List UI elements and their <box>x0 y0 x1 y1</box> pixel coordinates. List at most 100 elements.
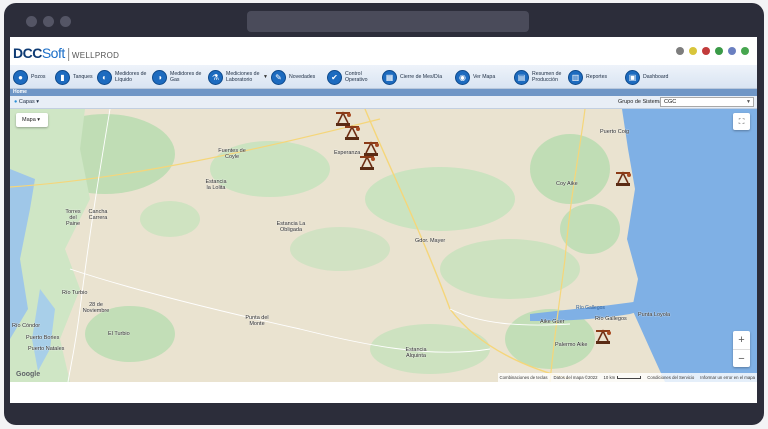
map-label-palermo-aike: Palermo Aike <box>555 342 588 348</box>
terms-link[interactable]: Condiciones del Servicio <box>647 375 694 380</box>
map-label-estancia-la-lolita: Estancia la Lolita <box>205 179 227 191</box>
google-logo: Google <box>16 371 41 378</box>
well-icon: ● <box>13 69 28 85</box>
page-background: DCCSoft | WELLPROD ● Pozos ▮ Tanques ◐ Medido… <box>0 0 768 429</box>
map-label-torres-del-paine: Torres del Paine <box>65 209 81 227</box>
oil-pump-marker[interactable] <box>343 123 361 141</box>
logo-product-text: WELLPROD <box>71 51 120 60</box>
oil-pump-marker[interactable] <box>594 327 612 345</box>
logo-divider: | <box>66 45 71 61</box>
toolbar-control-operativo[interactable]: ✔ Control Operativo <box>327 68 371 86</box>
toolbar-reportes[interactable]: ▥ Reportes <box>568 68 607 86</box>
tank-icon: ▮ <box>55 69 70 85</box>
toolbar-cierre-mes-dia[interactable]: ▦ Cierre de Mes/Día <box>382 68 442 86</box>
window-close-dot[interactable] <box>26 16 37 27</box>
zoom-in-button[interactable]: + <box>733 331 750 349</box>
map-label-coy-aike: Coy Aike <box>556 181 578 187</box>
toolbar-label: Medidores de Líquido <box>115 71 147 83</box>
app-logo[interactable]: DCCSoft | WELLPROD <box>13 45 119 61</box>
window-minimize-dot[interactable] <box>43 16 54 27</box>
oil-pump-marker[interactable] <box>358 153 376 171</box>
map-label-rio-gallegos: Río Gallegos <box>595 316 627 322</box>
toolbar-label: Dashboard <box>643 74 669 80</box>
chevron-down-icon: ▾ <box>36 99 40 105</box>
system-group-value: CGC <box>664 99 677 105</box>
toolbar-label: Reportes <box>586 74 608 80</box>
fullscreen-icon[interactable]: ⛶ <box>733 113 750 130</box>
toolbar-label: Ver Mapa <box>473 74 496 80</box>
toolbar-label: Novedades <box>289 74 316 80</box>
breadcrumb-home[interactable]: Home <box>13 89 27 96</box>
map-label-puerto-bories: Puerto Bories <box>26 335 60 341</box>
layer-bar: ● Capas ▾ Grupo de Sistema CGC ▼ <box>10 96 757 109</box>
system-group-select[interactable]: CGC ▼ <box>660 97 754 107</box>
breadcrumb-bar: Home <box>10 89 757 96</box>
toolbar-dashboard[interactable]: ▣ Dashboard <box>625 68 668 86</box>
toolbar-label: Mediciones de Laboratorio <box>226 71 260 83</box>
gas-meter-icon: ◑ <box>152 69 167 85</box>
app-screen: DCCSoft | WELLPROD ● Pozos ▮ Tanques ◐ Medido… <box>10 37 757 403</box>
report-error-link[interactable]: Informar un error en el mapa <box>700 375 755 380</box>
zoom-out-button[interactable]: − <box>733 350 750 368</box>
oil-pump-marker[interactable] <box>614 169 632 187</box>
scale-label: 10 km <box>603 375 616 380</box>
settings-icon[interactable] <box>728 47 736 55</box>
map-label-28-de-noviembre: 28 de Noviembre <box>82 302 110 314</box>
lab-icon: ⚗ <box>208 69 223 85</box>
chevron-down-icon: ▼ <box>746 99 751 105</box>
map-label-punta-del-monte: Punta del Monte <box>245 315 269 327</box>
map-attribution: Combinaciones de teclas Datos del mapa ©… <box>497 373 757 382</box>
flag-brazil-icon[interactable] <box>715 47 723 55</box>
keyboard-shortcuts-link[interactable]: Combinaciones de teclas <box>500 375 548 380</box>
map-type-label: Mapa <box>22 117 36 123</box>
toolbar-mediciones-laboratorio[interactable]: ⚗ Mediciones de Laboratorio ▼ <box>208 68 268 86</box>
zoom-control: + − <box>733 331 750 367</box>
map-canvas[interactable]: Mapa ▾ ⛶ + − Puerto Coig Fuentes de Coyl… <box>10 109 757 382</box>
toolbar-medidores-liquido[interactable]: ◐ Medidores de Líquido <box>97 68 149 86</box>
logo-main-text: DCC <box>13 45 42 61</box>
map-label-estancia-la-obligada: Estancia La Obligada <box>276 221 306 233</box>
toolbar-resumen-produccion[interactable]: ▤ Resumen de Producción <box>514 68 564 86</box>
toolbar-tanques[interactable]: ▮ Tanques <box>55 68 93 86</box>
chevron-down-icon: ▾ <box>37 117 41 123</box>
app-header: DCCSoft | WELLPROD <box>10 37 757 65</box>
toolbar-novedades[interactable]: ✎ Novedades <box>271 68 315 86</box>
layers-label: Capas <box>18 99 35 105</box>
toolbar-label: Cierre de Mes/Día <box>400 74 443 80</box>
toolbar-medidores-gas[interactable]: ◑ Medidores de Gas <box>152 68 204 86</box>
map-label-punta-loyola: Punta Loyola <box>638 312 671 318</box>
calendar-icon: ▦ <box>382 69 397 85</box>
map-label-estancia-alquinta: Estancia Alquinta <box>405 347 427 359</box>
toolbar-label: Pozos <box>31 74 46 80</box>
map-terrain <box>10 109 757 382</box>
map-label-fuentes-de-coyle: Fuentes de Coyle <box>218 148 246 160</box>
control-icon: ✔ <box>327 69 342 85</box>
map-type-button[interactable]: Mapa ▾ <box>16 113 48 127</box>
map-label-cancha-carrera: Cancha Carrera <box>88 209 108 221</box>
flag-spain-icon[interactable] <box>689 47 697 55</box>
scale-indicator[interactable]: 10 km <box>604 375 642 380</box>
scale-bar <box>617 376 642 379</box>
address-bar[interactable] <box>247 11 529 32</box>
logo-soft-text: Soft <box>41 45 65 61</box>
main-toolbar: ● Pozos ▮ Tanques ◐ Medidores de Líquido ◑ M… <box>10 65 757 89</box>
header-icons <box>676 47 749 55</box>
map-label-el-turbio: El Turbio <box>108 331 130 337</box>
toolbar-pozos[interactable]: ● Pozos <box>13 68 45 86</box>
map-label-puerto-natales: Puerto Natales <box>28 346 65 352</box>
exit-icon[interactable] <box>741 47 749 55</box>
flag-usa-icon[interactable] <box>702 47 710 55</box>
dashboard-icon: ▣ <box>625 69 640 85</box>
toolbar-label: Control Operativo <box>345 71 368 83</box>
footer-area <box>10 382 757 403</box>
news-icon: ✎ <box>271 69 286 85</box>
toolbar-ver-mapa[interactable]: ◉ Ver Mapa <box>455 68 495 86</box>
toolbar-label: Resumen de Producción <box>532 71 562 83</box>
map-label-esperanza: Esperanza <box>334 150 361 156</box>
layers-dropdown[interactable]: ● Capas ▾ <box>14 99 39 105</box>
window-maximize-dot[interactable] <box>60 16 71 27</box>
home-icon[interactable] <box>676 47 684 55</box>
globe-icon: ● <box>14 99 18 105</box>
map-data-label: Datos del mapa ©2022 <box>553 375 598 380</box>
window-controls <box>26 16 71 27</box>
